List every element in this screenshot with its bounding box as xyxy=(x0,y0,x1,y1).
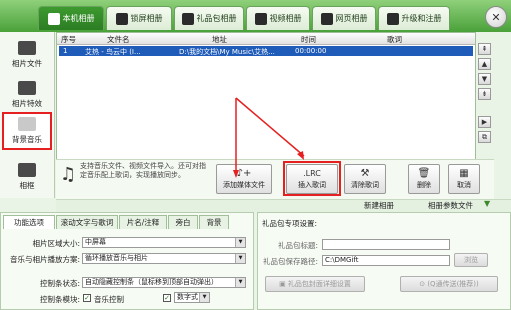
annotation-arrows xyxy=(233,97,305,178)
